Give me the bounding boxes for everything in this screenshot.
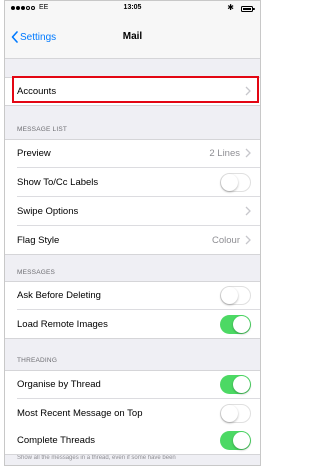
show-to-cc-toggle[interactable] — [220, 173, 251, 192]
complete-threads-toggle[interactable] — [220, 431, 251, 450]
toggle-knob — [221, 287, 238, 304]
page-title: Mail — [122, 31, 143, 42]
row-separator — [5, 338, 260, 339]
flag-style-row[interactable]: Flag Style Colour — [5, 226, 260, 255]
swipe-options-label: Swipe Options — [17, 206, 79, 217]
preview-label: Preview — [17, 148, 51, 159]
status-bar: EE 13:05 ✱ — [5, 1, 260, 17]
navigation-bar: Settings Mail — [5, 17, 260, 59]
accounts-label: Accounts — [17, 86, 57, 97]
load-remote-images-label: Load Remote Images — [17, 319, 108, 330]
organise-by-thread-row: Organise by Thread — [5, 370, 260, 399]
most-recent-on-top-row: Most Recent Message on Top — [5, 399, 260, 428]
load-remote-images-row: Load Remote Images — [5, 310, 260, 339]
row-separator — [5, 254, 260, 255]
flag-style-label: Flag Style — [17, 235, 60, 246]
load-remote-images-toggle[interactable] — [220, 315, 251, 334]
section-header-message-list: MESSAGE LIST — [17, 126, 68, 133]
toggle-knob — [221, 174, 238, 191]
swipe-options-row[interactable]: Swipe Options — [5, 197, 260, 226]
preview-row[interactable]: Preview 2 Lines — [5, 139, 260, 168]
ask-before-deleting-toggle[interactable] — [220, 286, 251, 305]
toggle-knob — [221, 405, 238, 422]
show-to-cc-label: Show To/Cc Labels — [17, 177, 99, 188]
chevron-right-icon — [245, 235, 251, 245]
show-to-cc-row: Show To/Cc Labels — [5, 168, 260, 197]
bluetooth-icon: ✱ — [227, 3, 234, 12]
section-header-threading: THREADING — [17, 357, 58, 364]
accounts-row[interactable]: Accounts — [5, 77, 260, 106]
row-separator — [5, 105, 260, 106]
phone-screen: EE 13:05 ✱ Settings Mail Accounts MESSAG… — [4, 0, 261, 466]
chevron-right-icon — [245, 86, 251, 96]
chevron-right-icon — [245, 148, 251, 158]
most-recent-on-top-label: Most Recent Message on Top — [17, 408, 143, 419]
toggle-knob — [233, 376, 250, 393]
chevron-right-icon — [245, 206, 251, 216]
most-recent-on-top-toggle[interactable] — [220, 404, 251, 423]
flag-style-value: Colour — [212, 235, 240, 246]
complete-threads-label: Complete Threads — [17, 435, 95, 446]
toggle-knob — [233, 432, 250, 449]
preview-value: 2 Lines — [209, 148, 240, 159]
complete-threads-row: Complete Threads — [5, 426, 260, 455]
ask-before-deleting-label: Ask Before Deleting — [17, 290, 101, 301]
threading-footer-text: Show all the messages in a thread, even … — [17, 455, 176, 461]
status-time: 13:05 — [123, 4, 142, 11]
ask-before-deleting-row: Ask Before Deleting — [5, 281, 260, 310]
battery-icon — [241, 6, 255, 12]
organise-by-thread-label: Organise by Thread — [17, 379, 101, 390]
organise-by-thread-toggle[interactable] — [220, 375, 251, 394]
toggle-knob — [233, 316, 250, 333]
section-header-messages: MESSAGES — [17, 269, 56, 276]
